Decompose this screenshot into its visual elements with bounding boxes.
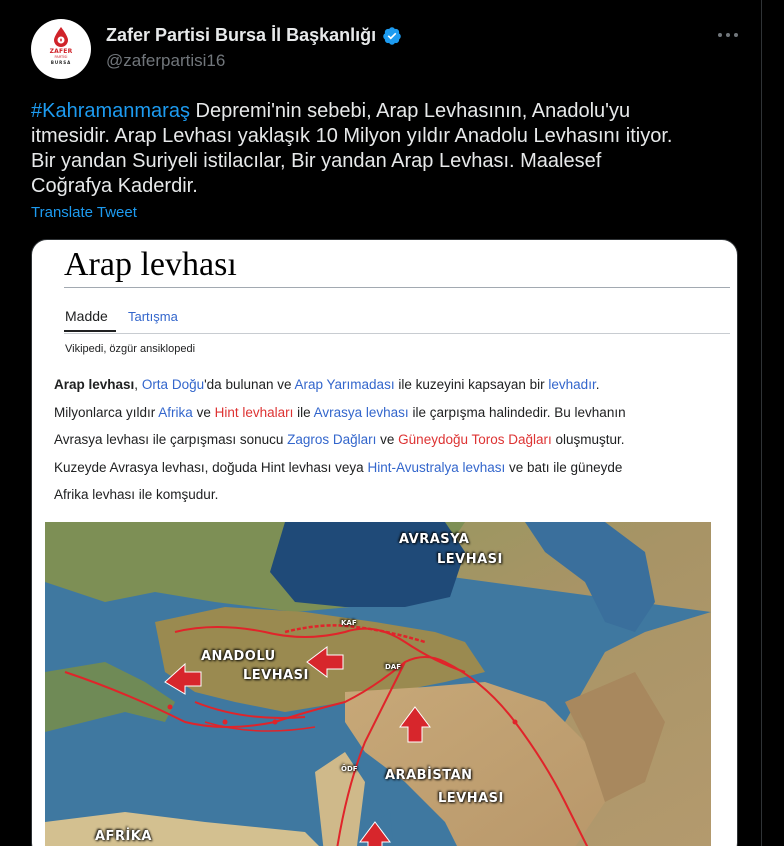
title-divider <box>64 287 730 288</box>
tweet-text: #Kahramanmaraş Depremi'nin sebebi, Arap … <box>31 100 673 197</box>
translate-tweet-link[interactable]: Translate Tweet <box>31 204 137 221</box>
wiki-tagline: Vikipedi, özgür ansiklopedi <box>65 343 196 355</box>
user-handle[interactable]: @zaferpartisi16 <box>106 51 225 71</box>
map-label-kaf: KAF <box>341 619 357 627</box>
map-label-eurasia: AVRASYA <box>399 532 470 547</box>
map-label-daf: DAF <box>385 663 402 671</box>
tab-article: Madde <box>65 308 108 324</box>
tweet-media-image[interactable]: Arap levhası Madde Tartışma Vikipedi, öz… <box>31 239 738 846</box>
author-name-row: Zafer Partisi Bursa İl Başkanlığı <box>106 25 402 46</box>
avatar-text-top: ZAFER <box>49 48 73 55</box>
map-label-anatolia-plate: LEVHASI <box>243 668 309 683</box>
wiki-paragraph: Arap levhası, Orta Doğu'da bulunan ve Ar… <box>54 377 626 502</box>
map-label-eurasia-plate: LEVHASI <box>437 552 503 567</box>
avatar-text-mid: PARTİSİ <box>54 55 68 59</box>
party-logo-icon <box>54 27 68 47</box>
tabs-divider <box>64 333 730 334</box>
avatar[interactable]: ZAFER PARTİSİ BURSA <box>31 19 91 79</box>
display-name[interactable]: Zafer Partisi Bursa İl Başkanlığı <box>106 25 376 46</box>
map-label-arabia-plate: LEVHASI <box>438 791 504 806</box>
map-label-anatolia: ANADOLU <box>201 649 276 664</box>
map-label-africa: AFRİKA <box>95 829 152 844</box>
verified-badge-icon <box>383 26 401 45</box>
more-options-icon[interactable] <box>716 25 740 45</box>
hashtag-link[interactable]: #Kahramanmaraş <box>31 100 190 122</box>
tectonic-map: AVRASYA LEVHASI ANADOLU LEVHASI ARABİSTA… <box>45 522 711 846</box>
map-label-arabia: ARABİSTAN <box>385 768 473 783</box>
tab-active-indicator <box>64 330 116 332</box>
tweet-card[interactable]: ZAFER PARTİSİ BURSA Zafer Partisi Bursa … <box>0 0 762 846</box>
tectonic-map-graphic <box>45 522 711 846</box>
map-label-odf: ÖDF <box>341 765 358 773</box>
tab-talk: Tartışma <box>128 309 178 324</box>
avatar-text-bottom: BURSA <box>50 60 72 65</box>
wiki-article-title: Arap levhası <box>64 246 237 283</box>
